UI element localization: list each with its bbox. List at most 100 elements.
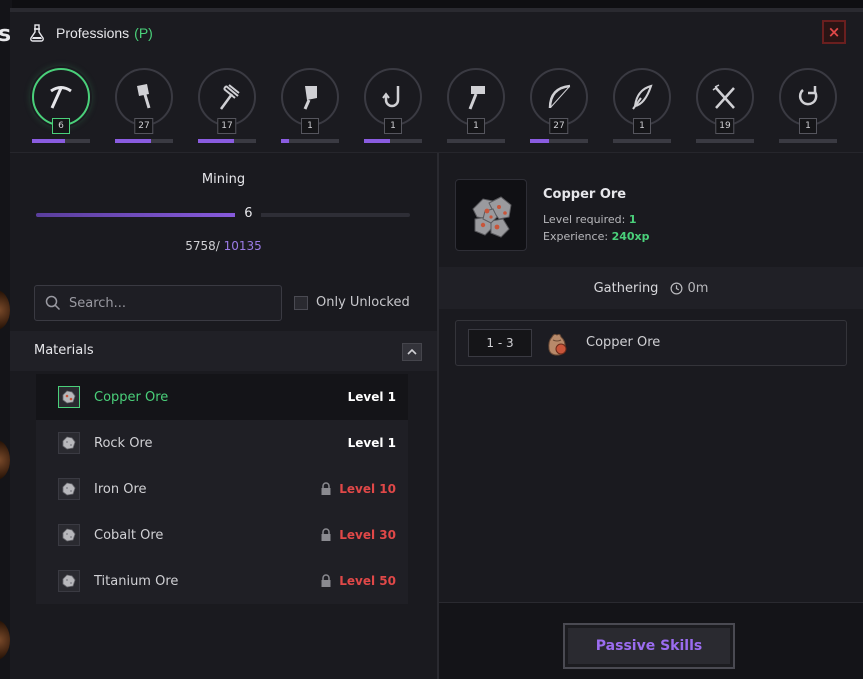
bow-icon [548,84,571,109]
xp-progress-bar: 6 [36,201,410,227]
profession-level-badge: 1 [799,118,817,134]
profession-tab-farming[interactable]: 17 [198,68,256,146]
ore-icon [58,570,80,592]
profession-tab-woodcutting[interactable]: 27 [115,68,173,146]
material-level: Level 10 [339,482,396,496]
passive-skills-label: Passive Skills [595,638,703,654]
profession-progress-bar [364,139,422,143]
profession-tab-mining[interactable]: 6 [32,68,90,146]
xp-current: 5758 [185,239,216,253]
material-row[interactable]: Rock Ore Level 1 [36,420,408,466]
reward-name: Copper Ore [586,335,661,350]
axe-icon [137,84,151,109]
ore-icon [58,478,80,500]
profession-progress-fill [32,139,66,143]
lock-icon [321,482,331,495]
cleaver-icon [303,86,317,110]
item-name: Copper Ore [543,187,627,202]
experience-label: Experience: [543,230,609,243]
only-unlocked-toggle[interactable]: Only Unlocked [294,295,410,310]
level-required-value: 1 [628,213,637,226]
profession-level-badge: 1 [301,118,319,134]
profession-progress-bar [779,139,837,143]
material-name: Rock Ore [94,435,153,451]
profession-tab-bowcraft[interactable]: 27 [530,68,588,146]
profession-tab-cooking[interactable]: 19 [696,68,754,146]
experience-value: 240xp [611,230,650,243]
materials-title: Materials [34,343,94,358]
material-row[interactable]: Copper Ore Level 1 [36,374,408,420]
profession-progress-fill [530,139,550,143]
pickaxe-icon [50,86,72,109]
profession-level-badge: 1 [633,118,651,134]
rotate-icon [798,86,818,106]
profession-progress-fill [281,139,290,143]
material-level: Level 30 [339,528,396,542]
materials-header: Materials [10,331,437,371]
ore-icon [58,524,80,546]
profession-progress-bar [613,139,671,143]
xp-separator: / [215,239,224,253]
gathering-header: Gathering 0m [439,267,863,309]
right-panel: Copper Ore Level required: 1 Experience:… [439,153,863,679]
pitchfork-icon [219,84,240,110]
item-meta: Level required: 1 Experience: 240xp [543,211,650,245]
xp-progress-fill [36,213,249,217]
profession-progress-fill [364,139,391,143]
profession-level-badge: 6 [52,118,70,134]
flask-icon [30,24,44,42]
bottom-bar: Passive Skills [439,602,863,679]
search-box[interactable] [34,285,282,321]
profession-tab-butchering[interactable]: 1 [281,68,339,146]
lock-icon [321,574,331,587]
profession-progress-bar [696,139,754,143]
profession-progress-bar [32,139,90,143]
window-title: Professions [56,25,130,41]
profession-level-badge: 1 [384,118,402,134]
ore-icon [58,432,80,454]
profession-level-badge: 27 [549,118,569,134]
profession-progress-fill [115,139,151,143]
profession-progress-bar [281,139,339,143]
chevron-up-icon [407,348,417,355]
material-level: Level 50 [339,574,396,588]
profession-level-badge: 17 [217,118,237,134]
material-row[interactable]: Iron Ore Level 10 [36,466,408,512]
ore-icon [58,386,80,408]
only-unlocked-checkbox[interactable] [294,295,308,310]
profession-tab-smithing[interactable]: 1 [447,68,505,146]
material-row[interactable]: Cobalt Ore Level 30 [36,512,408,558]
material-name: Titanium Ore [94,573,179,589]
profession-tabs: 6 27 17 1 1 1 27 1 19 1 [32,68,837,146]
collapse-button[interactable] [402,343,422,361]
window-hotkey: (P) [134,25,153,41]
materials-list: Copper Ore Level 1 Rock Ore Level 1 Iron Ore… [36,374,408,604]
profession-tab-tinkering[interactable]: 1 [779,68,837,146]
profession-level-badge: 1 [467,118,485,134]
professions-window: Professions (P) × 6 27 17 1 1 1 27 1 19 1 Mining … [10,8,863,679]
ore-sack-icon [548,333,567,356]
gathering-label: Gathering [593,280,659,296]
clock-icon [670,282,683,294]
utensils-icon [712,84,735,109]
passive-skills-button[interactable]: Passive Skills [563,623,735,669]
profession-progress-bar [530,139,588,143]
material-name: Copper Ore [94,389,169,405]
hook-icon [382,86,400,108]
material-name: Cobalt Ore [94,527,164,543]
profession-progress-bar [115,139,173,143]
close-button[interactable]: × [822,20,846,44]
reward-row: 1 - 3 Copper Ore [455,320,847,366]
profession-tab-alchemy[interactable]: 1 [613,68,671,146]
profession-progress-fill [198,139,234,143]
profession-level-badge: 27 [134,118,154,134]
search-input[interactable] [69,295,269,311]
quill-icon [632,84,653,110]
search-icon [45,295,61,311]
material-row[interactable]: Titanium Ore Level 50 [36,558,408,604]
profession-level-badge: 19 [715,118,735,134]
skill-name: Mining [201,172,246,187]
xp-max: 10135 [223,239,262,253]
material-level: Level 1 [347,390,396,404]
profession-tab-fishing[interactable]: 1 [364,68,422,146]
